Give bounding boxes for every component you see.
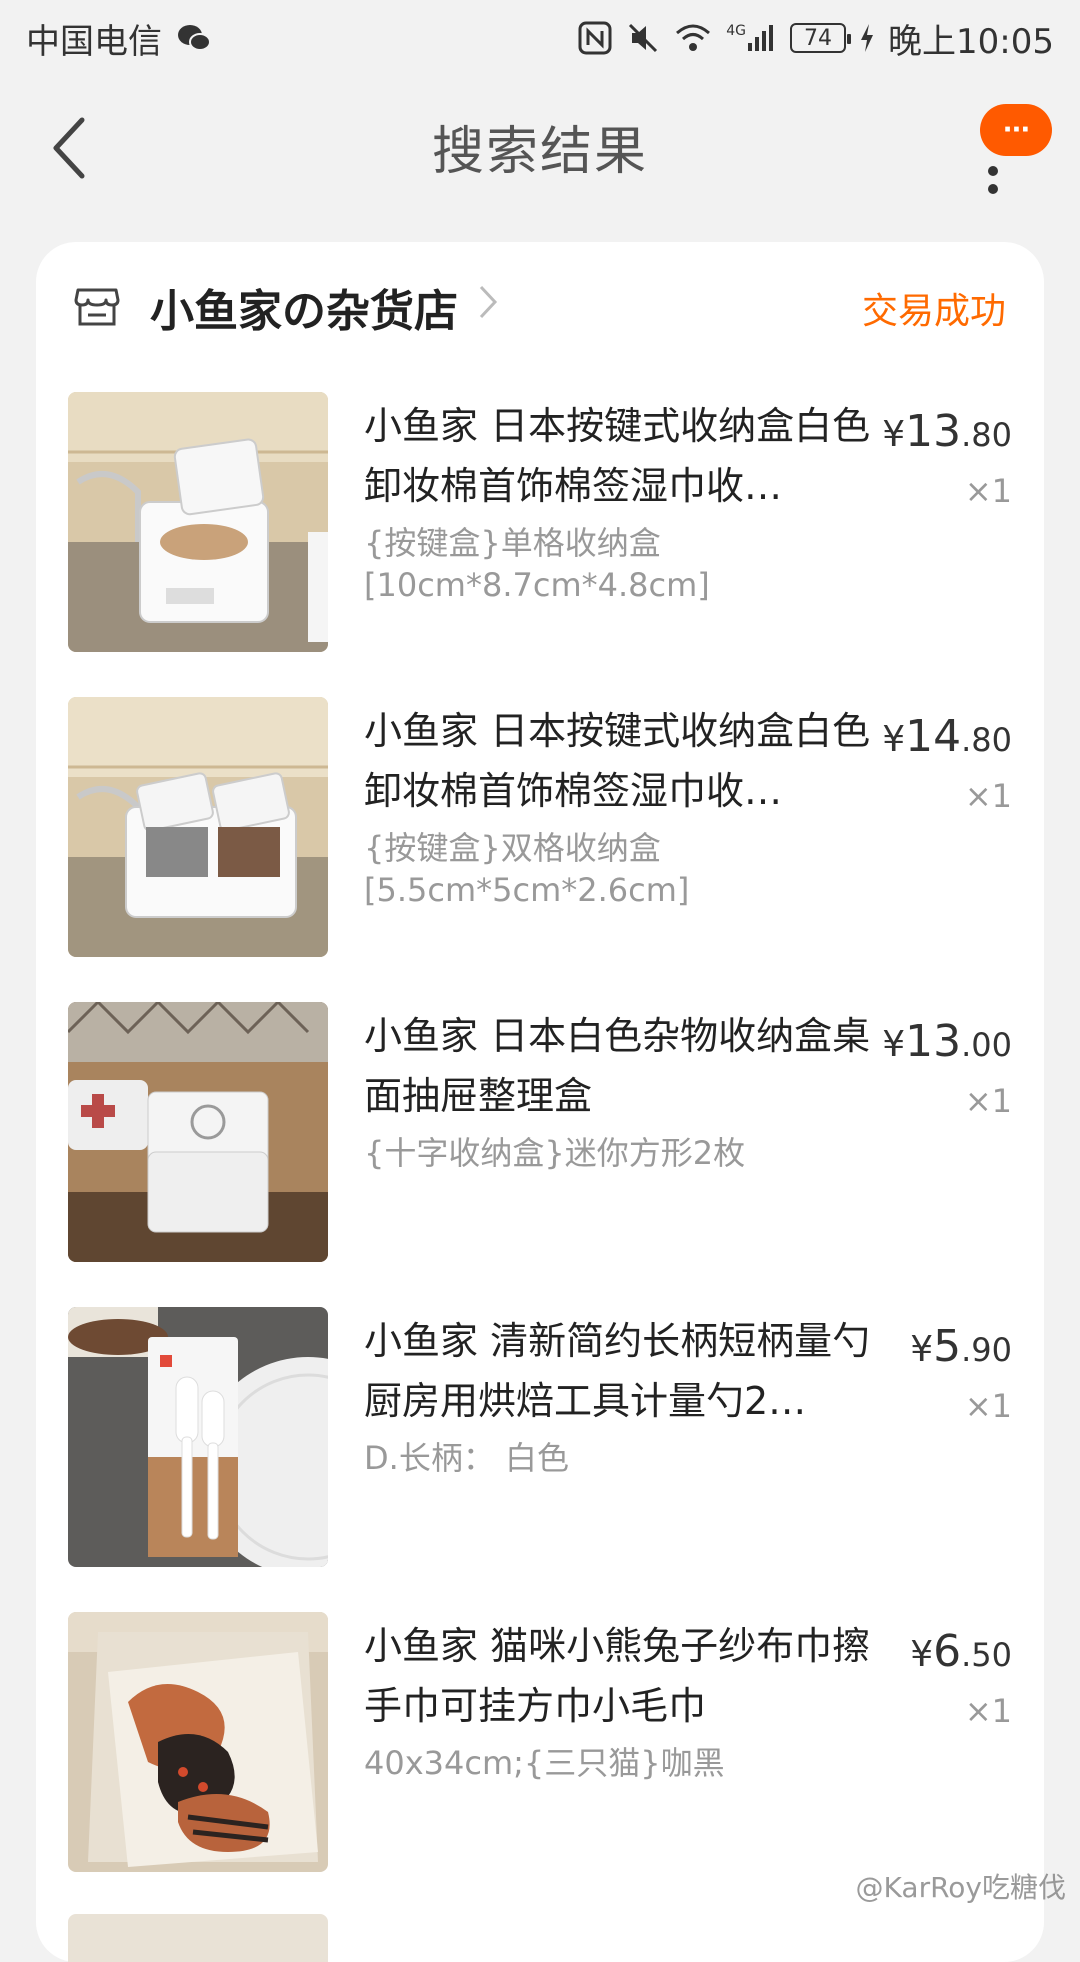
price-decimal: .80 [961, 721, 1012, 759]
price-currency: ¥ [910, 1329, 933, 1370]
price-currency: ¥ [882, 414, 905, 455]
product-quantity: ×1 [965, 1692, 1012, 1730]
product-price: ¥5.90 [910, 1321, 1012, 1372]
price-decimal: .80 [961, 416, 1012, 454]
signal-icon: 4G [726, 23, 776, 53]
product-thumbnail[interactable] [68, 1307, 328, 1567]
product-price: ¥13.80 [882, 406, 1012, 457]
sku-line: 40x34cm;{三只猫}咖黑 [364, 1742, 874, 1784]
product-price: ¥14.80 [882, 711, 1012, 762]
price-integer: 14 [905, 711, 961, 762]
chevron-left-icon [50, 116, 90, 180]
price-integer: 5 [933, 1321, 961, 1372]
charging-icon [860, 24, 874, 52]
product-title[interactable]: 小鱼家 猫咪小熊兔子纱布巾擦手巾可挂方巾小毛巾 [364, 1616, 874, 1736]
shop-header[interactable]: 小鱼家の杂货店 交易成功 [36, 242, 1044, 372]
product-price: ¥13.00 [882, 1016, 1012, 1067]
sku-line: [10cm*8.7cm*4.8cm] [364, 564, 874, 606]
nfc-icon [578, 21, 612, 55]
product-quantity: ×1 [965, 472, 1012, 510]
price-currency: ¥ [882, 719, 905, 760]
price-currency: ¥ [882, 1024, 905, 1065]
product-price: ¥6.50 [910, 1626, 1012, 1677]
order-item[interactable]: 小鱼家 日本白色杂物收纳盒桌面抽屉整理盒 {十字收纳盒}迷你方形2枚 ¥13.0… [68, 1002, 1012, 1262]
product-thumbnail[interactable] [68, 392, 328, 652]
price-integer: 6 [933, 1626, 961, 1677]
chevron-right-icon [478, 284, 498, 330]
status-left: 中国电信 [26, 14, 212, 63]
price-decimal: .50 [961, 1636, 1012, 1674]
clock: 晚上10:05 [888, 14, 1054, 63]
battery-indicator: 74 [790, 23, 846, 53]
product-sku: 40x34cm;{三只猫}咖黑 [364, 1742, 874, 1784]
product-thumbnail[interactable] [68, 1002, 328, 1262]
product-sku: {十字收纳盒}迷你方形2枚 [364, 1132, 874, 1174]
nav-bar: 搜索结果 ··· [0, 76, 1080, 216]
more-vertical-icon [988, 166, 998, 202]
network-label: 4G [726, 23, 746, 39]
product-quantity: ×1 [965, 1387, 1012, 1425]
battery-level: 74 [804, 26, 832, 51]
product-thumbnail-partial [68, 1914, 328, 1962]
price-integer: 13 [905, 406, 961, 457]
wechat-icon [176, 23, 212, 53]
sku-line: {按键盒}双格收纳盒 [364, 827, 874, 869]
product-title[interactable]: 小鱼家 日本白色杂物收纳盒桌面抽屉整理盒 [364, 1006, 874, 1126]
sku-line: D.长柄： 白色 [364, 1437, 874, 1479]
status-right: 4G 74 晚上10:05 [578, 14, 1054, 63]
product-sku: D.长柄： 白色 [364, 1437, 874, 1479]
status-bar: 中国电信 4G 74 晚上10:05 [0, 0, 1080, 76]
product-thumbnail[interactable] [68, 697, 328, 957]
product-quantity: ×1 [965, 1082, 1012, 1120]
price-integer: 13 [905, 1016, 961, 1067]
price-decimal: .90 [961, 1331, 1012, 1369]
order-item[interactable]: 小鱼家 清新简约长柄短柄量勺厨房用烘焙工具计量勺2… D.长柄： 白色 ¥5.9… [68, 1307, 1012, 1567]
back-button[interactable] [40, 108, 100, 188]
product-quantity: ×1 [965, 777, 1012, 815]
more-menu-button[interactable]: ··· [960, 108, 1040, 208]
shop-name[interactable]: 小鱼家の杂货店 [150, 275, 458, 339]
product-sku: {按键盒}双格收纳盒 [5.5cm*5cm*2.6cm] [364, 827, 874, 911]
order-item[interactable]: 小鱼家 日本按键式收纳盒白色卸妆棉首饰棉签湿巾收… {按键盒}双格收纳盒 [5.… [68, 697, 1012, 957]
product-title[interactable]: 小鱼家 日本按键式收纳盒白色卸妆棉首饰棉签湿巾收… [364, 701, 874, 821]
order-item[interactable]: 小鱼家 日本按键式收纳盒白色卸妆棉首饰棉签湿巾收… {按键盒}单格收纳盒 [10… [68, 392, 1012, 652]
order-status: 交易成功 [862, 282, 1006, 334]
more-badge: ··· [980, 104, 1052, 156]
order-card: 小鱼家の杂货店 交易成功 小鱼家 日本按键式收纳盒白色卸妆棉首饰棉签湿巾收… { [36, 242, 1044, 1962]
sku-line: {十字收纳盒}迷你方形2枚 [364, 1132, 874, 1174]
page-title: 搜索结果 [432, 109, 648, 184]
sku-line: {按键盒}单格收纳盒 [364, 522, 874, 564]
watermark: @KarRoy吃糖伐 [856, 1866, 1066, 1906]
price-currency: ¥ [910, 1634, 933, 1675]
store-icon [72, 282, 122, 332]
product-title[interactable]: 小鱼家 日本按键式收纳盒白色卸妆棉首饰棉签湿巾收… [364, 396, 874, 516]
product-sku: {按键盒}单格收纳盒 [10cm*8.7cm*4.8cm] [364, 522, 874, 606]
sku-line: [5.5cm*5cm*2.6cm] [364, 869, 874, 911]
mute-icon [626, 21, 660, 55]
price-decimal: .00 [961, 1026, 1012, 1064]
wifi-icon [674, 23, 712, 53]
product-thumbnail[interactable] [68, 1612, 328, 1872]
order-item[interactable]: 小鱼家 猫咪小熊兔子纱布巾擦手巾可挂方巾小毛巾 40x34cm;{三只猫}咖黑 … [68, 1612, 1012, 1872]
product-title[interactable]: 小鱼家 清新简约长柄短柄量勺厨房用烘焙工具计量勺2… [364, 1311, 874, 1431]
carrier-label: 中国电信 [26, 14, 162, 63]
